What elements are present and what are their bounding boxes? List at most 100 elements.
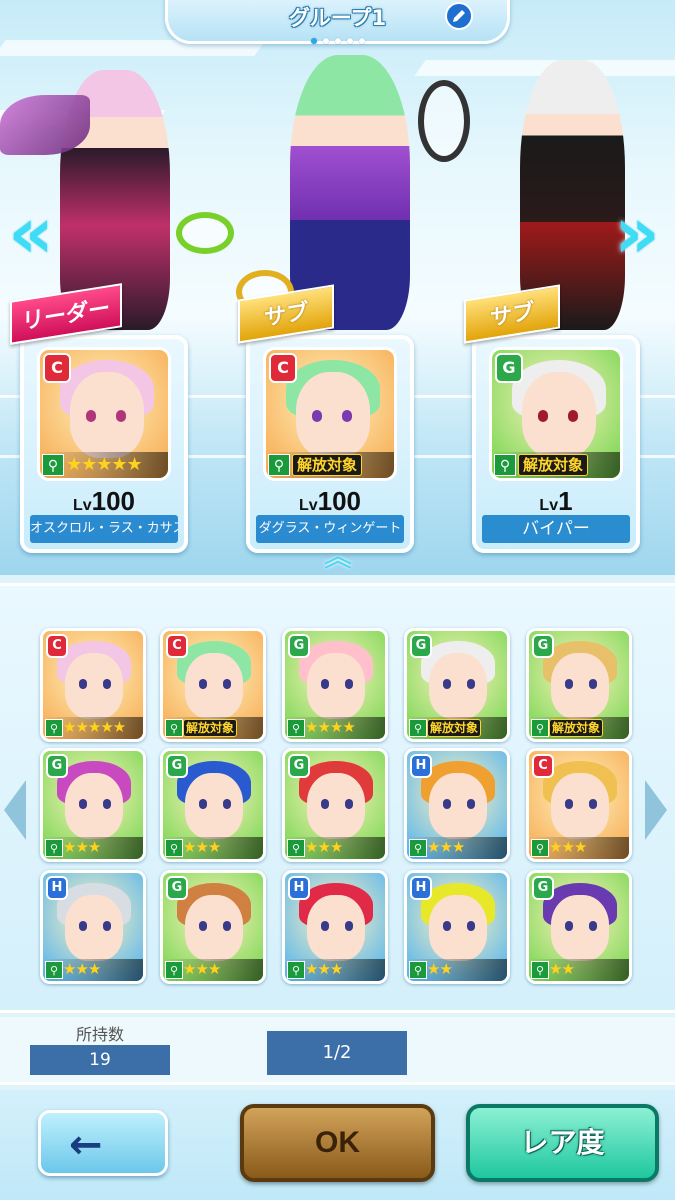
star-rating: ★★★	[63, 838, 101, 856]
character-eye	[345, 921, 353, 931]
player-type-icon: ⚲	[42, 454, 64, 476]
party-member-card[interactable]: G ⚲ 解放対象 Lv1 バイパー	[472, 335, 640, 553]
roster-character-tile[interactable]: G ⚲ 解放対象	[404, 628, 510, 742]
star-rating: ★★★★	[305, 718, 356, 736]
roster-character-tile[interactable]: C ⚲ ★★★★★	[40, 628, 146, 742]
star-rating: ★★★	[63, 960, 101, 978]
rank-badge: C	[269, 353, 297, 383]
stat-bar: ⚲ ★★★	[285, 959, 385, 981]
owned-count-value: 19	[30, 1045, 170, 1075]
character-eye	[443, 679, 451, 689]
page-dot[interactable]	[358, 38, 365, 44]
character-eye	[565, 921, 573, 931]
roster-character-tile[interactable]: G ⚲ ★★★	[160, 870, 266, 984]
character-eye	[345, 679, 353, 689]
roster-character-tile[interactable]: G ⚲ ★★★	[160, 748, 266, 862]
character-face	[65, 653, 123, 719]
collapse-chevron-icon[interactable]: ︽	[312, 543, 364, 575]
page-dot[interactable]	[322, 38, 329, 44]
roster-character-tile[interactable]: C ⚲ 解放対象	[160, 628, 266, 742]
character-face	[429, 773, 487, 839]
stat-bar: ⚲ ★★★★★	[43, 717, 143, 739]
count-panel: 所持数 19 1/2	[0, 1017, 675, 1085]
player-type-icon: ⚲	[531, 961, 549, 979]
roster-character-tile[interactable]: G ⚲ ★★★	[282, 748, 388, 862]
character-eye	[467, 679, 475, 689]
character-list: C ⚲ ★★★★★ C ⚲ 解放対象 G ⚲ ★★★★ G ⚲ 解放対象 G ⚲…	[0, 583, 675, 1013]
character-eye	[86, 410, 96, 422]
roster-character-tile[interactable]: G ⚲ ★★	[526, 870, 632, 984]
character-eye	[199, 921, 207, 931]
page-dot[interactable]	[310, 38, 317, 44]
roster-character-tile[interactable]: G ⚲ 解放対象	[526, 628, 632, 742]
page-dot[interactable]	[346, 38, 353, 44]
roster-character-tile[interactable]: H ⚲ ★★★	[282, 870, 388, 984]
character-eye	[103, 921, 111, 931]
character-portrait: C ⚲ ★★★★★	[37, 347, 171, 481]
release-target-tag: 解放対象	[549, 719, 604, 737]
character-face	[307, 773, 365, 839]
character-eye	[443, 921, 451, 931]
character-eye	[565, 679, 573, 689]
prev-group-arrow-icon[interactable]: «	[6, 195, 56, 275]
character-eye	[321, 799, 329, 809]
roster-character-tile[interactable]: H ⚲ ★★★	[404, 748, 510, 862]
roster-character-tile[interactable]: H ⚲ ★★★	[40, 870, 146, 984]
character-face	[429, 895, 487, 961]
player-type-icon: ⚲	[409, 719, 427, 737]
star-rating: ★★★	[549, 838, 587, 856]
level-value: 1	[558, 486, 573, 516]
player-type-icon: ⚲	[287, 719, 305, 737]
level-value: 100	[317, 486, 362, 516]
character-eye	[223, 921, 231, 931]
roster-character-tile[interactable]: G ⚲ ★★★	[40, 748, 146, 862]
character-face	[185, 895, 243, 961]
level-prefix: Lv	[72, 497, 92, 514]
character-eye	[342, 410, 352, 422]
character-name: ダグラス・ウィンゲート	[256, 515, 404, 543]
player-type-icon: ⚲	[531, 839, 549, 857]
stat-bar: ⚲ 解放対象	[163, 717, 263, 739]
character-face	[185, 773, 243, 839]
character-face	[65, 895, 123, 961]
star-rating: ★★	[549, 960, 575, 978]
rank-badge: G	[532, 876, 554, 900]
page-indicator: 1/2	[267, 1031, 407, 1075]
wing-decoration	[0, 95, 90, 155]
star-rating: ★★★	[427, 838, 465, 856]
character-eye	[467, 921, 475, 931]
character-face	[70, 372, 144, 458]
party-member-card[interactable]: C ⚲ 解放対象 Lv100 ダグラス・ウィンゲート	[246, 335, 414, 553]
player-type-icon: ⚲	[165, 719, 183, 737]
character-eye	[116, 410, 126, 422]
star-rating: ★★★	[183, 960, 221, 978]
character-eye	[467, 799, 475, 809]
party-member-card[interactable]: C ⚲ ★★★★★ Lv100 オスクロル・ラス・カサス	[20, 335, 188, 553]
ok-button[interactable]: OK	[240, 1104, 435, 1182]
next-group-arrow-icon[interactable]: »	[612, 195, 662, 275]
rank-badge: H	[410, 876, 432, 900]
pencil-icon	[453, 10, 465, 22]
roster-character-tile[interactable]: G ⚲ ★★★★	[282, 628, 388, 742]
rank-badge: C	[532, 754, 554, 778]
star-rating: ★★★★★	[63, 718, 126, 736]
rank-badge: G	[166, 754, 188, 778]
character-name: オスクロル・ラス・カサス	[30, 515, 178, 543]
edit-group-name-button[interactable]	[445, 2, 473, 30]
character-eye	[103, 799, 111, 809]
sort-by-rarity-button[interactable]: レア度	[466, 1104, 659, 1182]
character-face	[307, 653, 365, 719]
stat-bar: ⚲ 解放対象	[492, 452, 620, 478]
character-eye	[79, 679, 87, 689]
roster-character-tile[interactable]: H ⚲ ★★	[404, 870, 510, 984]
page-dot[interactable]	[334, 38, 341, 44]
rank-badge: C	[166, 634, 188, 658]
rank-badge: G	[532, 634, 554, 658]
back-button[interactable]: ←	[38, 1110, 168, 1176]
roster-character-tile[interactable]: C ⚲ ★★★	[526, 748, 632, 862]
player-type-icon: ⚲	[45, 719, 63, 737]
character-eye	[103, 679, 111, 689]
player-type-icon: ⚲	[165, 961, 183, 979]
group-header: グループ1	[165, 0, 510, 44]
stat-bar: ⚲ 解放対象	[407, 717, 507, 739]
